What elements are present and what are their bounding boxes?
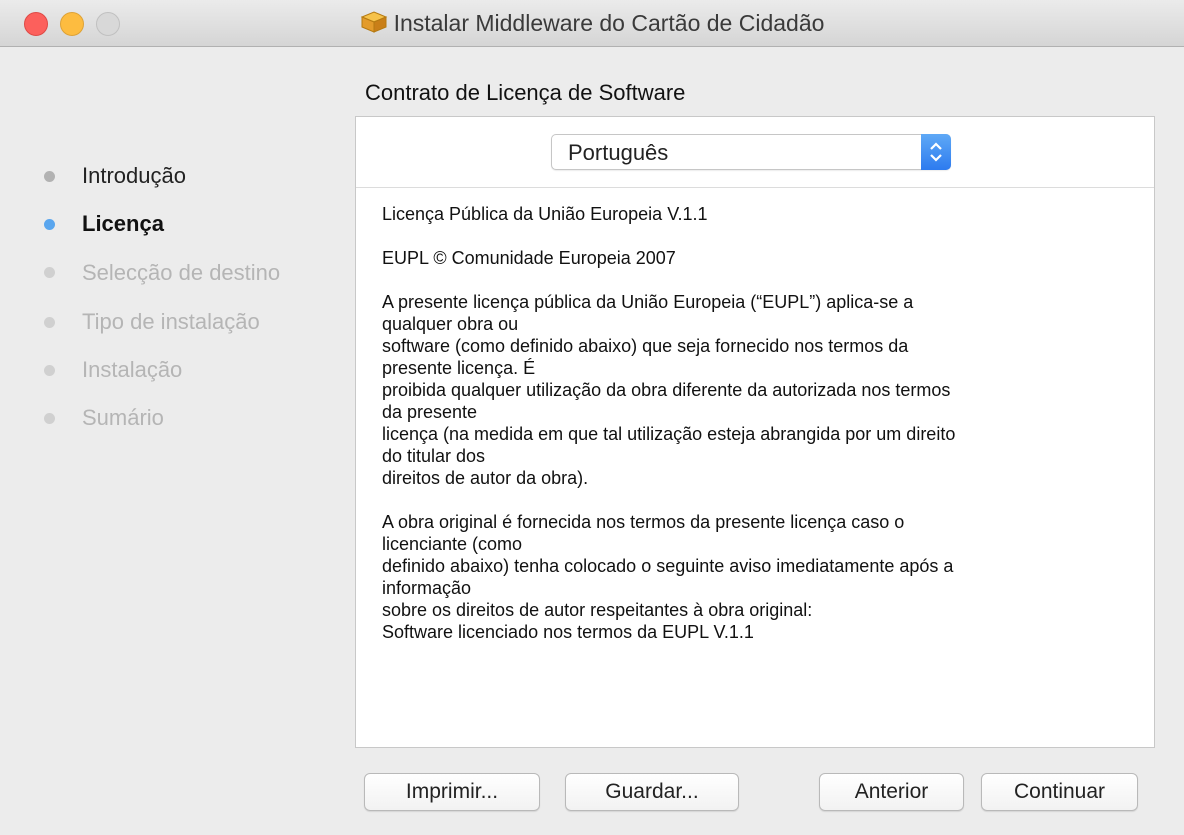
step-label: Introdução	[82, 163, 186, 188]
license-line: A obra original é fornecida nos termos d…	[382, 512, 905, 532]
license-paragraph: EUPL © Comunidade Europeia 2007	[382, 247, 1134, 269]
package-icon	[360, 10, 388, 40]
license-line: do titular dos	[382, 446, 486, 466]
license-paragraph: A obra original é fornecida nos termos d…	[382, 511, 1134, 643]
step-label: Licença	[82, 211, 164, 236]
step-label: Instalação	[82, 357, 183, 382]
license-line: A presente licença pública da União Euro…	[382, 292, 914, 312]
license-line: licenciante (como	[382, 534, 523, 554]
installer-steps: Introdução Licença Selecção de destino T…	[44, 160, 344, 450]
license-text[interactable]: Licença Pública da União Europeia V.1.1 E…	[382, 203, 1134, 665]
step-install-type: Tipo de instalação	[44, 306, 344, 338]
step-label: Selecção de destino	[82, 260, 281, 285]
license-line: qualquer obra ou	[382, 314, 519, 334]
license-line: definido abaixo) tenha colocado o seguin…	[382, 556, 954, 576]
license-panel[interactable]: Português Licença Pública da União Europ…	[355, 116, 1155, 748]
license-line: presente licença. É	[382, 358, 536, 378]
step-destination: Selecção de destino	[44, 256, 312, 290]
license-line: Software licenciado nos termos da EUPL V…	[382, 622, 754, 642]
window-title: Instalar Middleware do Cartão de Cidadão	[393, 10, 825, 36]
step-dot-icon	[44, 219, 55, 230]
step-label: Sumário	[82, 405, 164, 430]
step-dot-icon	[44, 317, 55, 328]
step-introduction: Introdução	[44, 160, 344, 192]
license-line: direitos de autor da obra).	[382, 468, 589, 488]
language-select-value: Português	[568, 140, 669, 165]
select-stepper-icon[interactable]	[921, 134, 951, 170]
save-button[interactable]: Guardar...	[565, 773, 739, 811]
step-summary: Sumário	[44, 402, 344, 434]
title-bar[interactable]: Instalar Middleware do Cartão de Cidadão	[0, 0, 1184, 47]
step-label: Tipo de instalação	[82, 309, 260, 334]
license-line: da presente	[382, 402, 478, 422]
section-title: Contrato de Licença de Software	[365, 80, 686, 105]
back-button[interactable]: Anterior	[819, 773, 964, 811]
installer-window: Instalar Middleware do Cartão de Cidadão…	[0, 0, 1184, 835]
language-bar: Português	[356, 117, 1154, 188]
step-dot-icon	[44, 365, 55, 376]
license-line: informação	[382, 578, 472, 598]
print-button[interactable]: Imprimir...	[364, 773, 540, 811]
license-line: proibida qualquer utilização da obra dif…	[382, 380, 951, 400]
license-line: sobre os direitos de autor respeitantes …	[382, 600, 813, 620]
step-installation: Instalação	[44, 354, 344, 386]
continue-button[interactable]: Continuar	[981, 773, 1138, 811]
step-dot-icon	[44, 267, 55, 278]
license-line: software (como definido abaixo) que seja…	[382, 336, 909, 356]
step-license: Licença	[44, 208, 344, 240]
license-line: licença (na medida em que tal utilização…	[382, 424, 956, 444]
license-paragraph: A presente licença pública da União Euro…	[382, 291, 1134, 489]
step-dot-icon	[44, 413, 55, 424]
window-title-container: Instalar Middleware do Cartão de Cidadão	[0, 10, 1184, 40]
license-line: Licença Pública da União Europeia V.1.1	[382, 204, 708, 224]
license-line: EUPL © Comunidade Europeia 2007	[382, 248, 676, 268]
license-paragraph: Licença Pública da União Europeia V.1.1	[382, 203, 1134, 225]
language-select[interactable]: Português	[551, 134, 951, 170]
step-dot-icon	[44, 171, 55, 182]
